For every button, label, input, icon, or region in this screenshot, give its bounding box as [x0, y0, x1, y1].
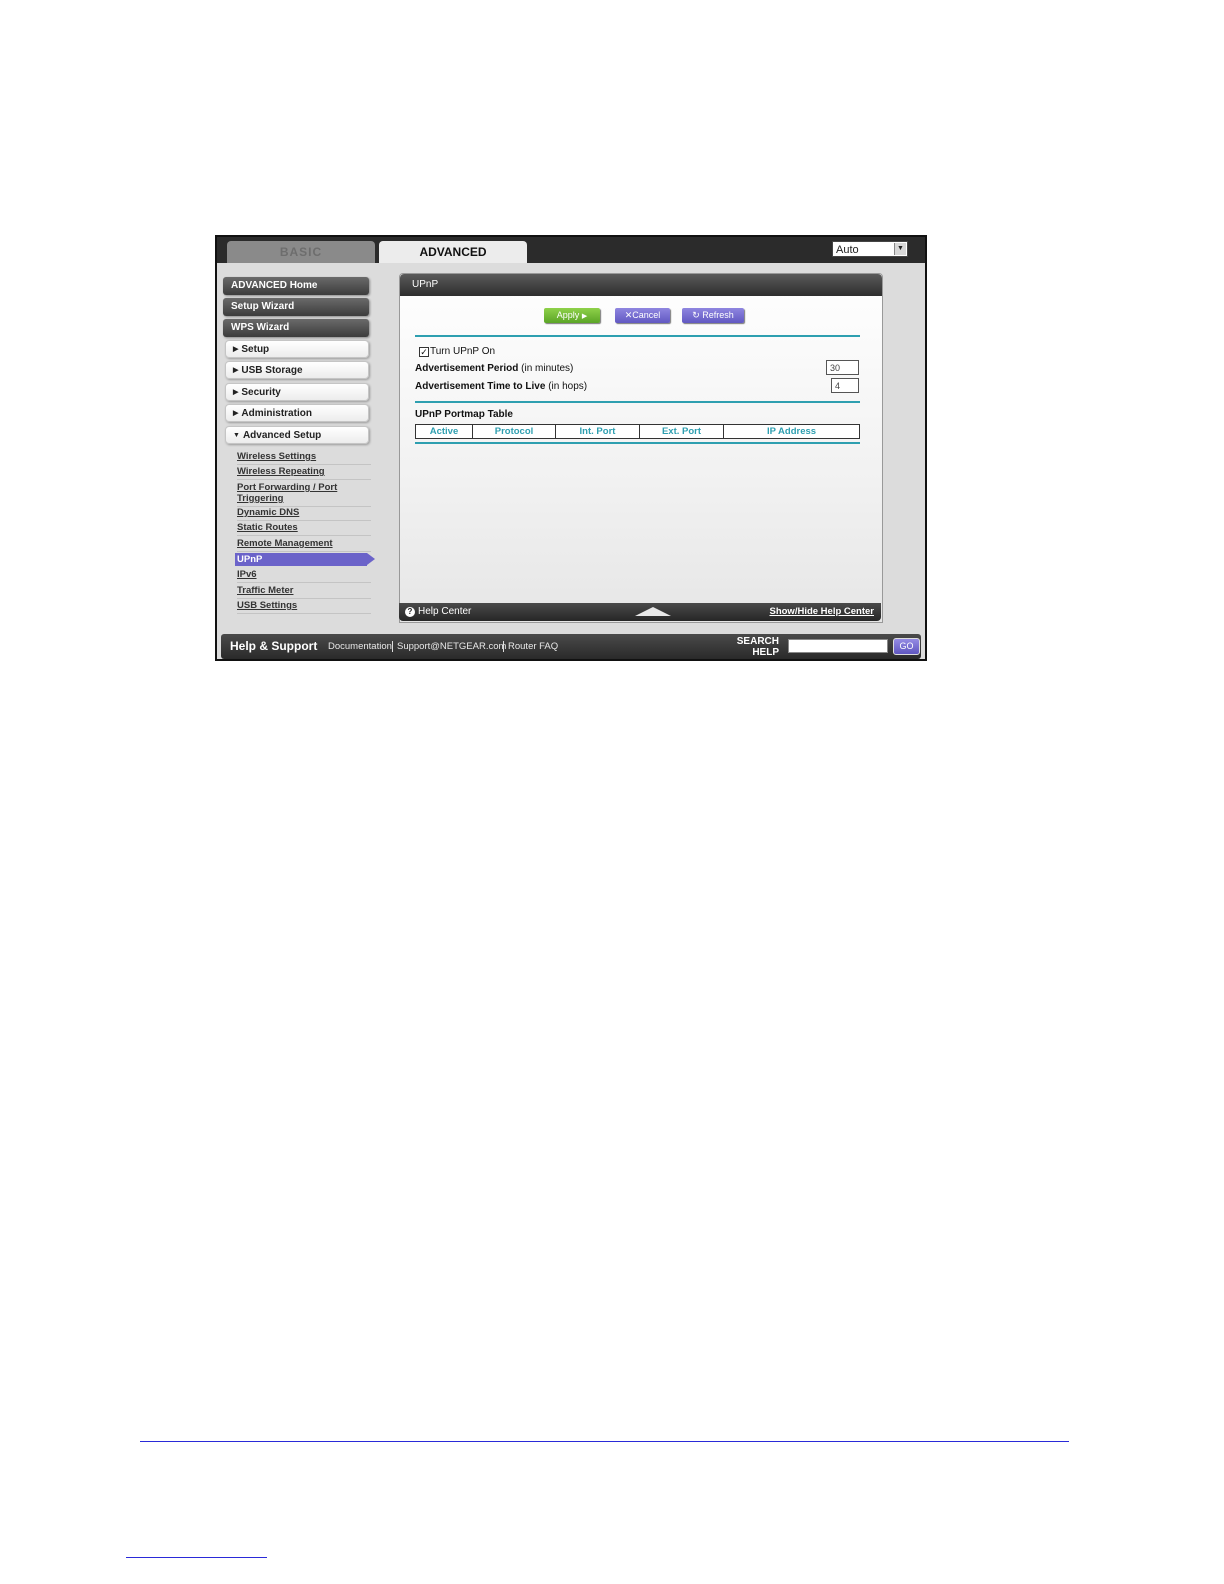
language-select[interactable]: Auto ▼	[832, 241, 908, 257]
sidebar-item-static-routes[interactable]: Static Routes	[237, 522, 371, 536]
router-admin-screenshot: BASIC ADVANCED Auto ▼ ADVANCED Home Setu…	[215, 235, 927, 661]
sidebar-item-dynamic-dns[interactable]: Dynamic DNS	[237, 507, 371, 521]
sidebar-item-traffic-meter[interactable]: Traffic Meter	[237, 585, 371, 599]
help-icon: ?	[405, 607, 415, 617]
caret-right-icon: ▶	[233, 367, 239, 374]
adv-period-input[interactable]: 30	[826, 360, 859, 375]
footer-short-rule	[126, 1557, 267, 1558]
help-support-title: Help & Support	[230, 639, 318, 653]
go-button[interactable]: GO	[893, 638, 920, 655]
tab-basic[interactable]: BASIC	[227, 241, 375, 263]
adv-ttl-input[interactable]: 4	[831, 378, 859, 393]
divider	[415, 442, 860, 444]
upnp-panel: UPnP Apply ▶ ✕Cancel ↻ Refresh ✓ Turn UP…	[399, 273, 883, 623]
tab-advanced[interactable]: ADVANCED	[379, 241, 527, 263]
sidebar-item-remote-management[interactable]: Remote Management	[237, 538, 371, 552]
nav-setup-label: Setup	[241, 344, 270, 355]
column-header-active: Active	[416, 425, 473, 438]
portmap-table-header: Active Protocol Int. Port Ext. Port IP A…	[415, 424, 860, 439]
adv-ttl-label: Advertisement Time to Live (in hops)	[415, 381, 587, 392]
nav-usb-storage[interactable]: ▶ USB Storage	[225, 361, 369, 379]
nav-wps-wizard[interactable]: WPS Wizard	[223, 319, 369, 337]
caret-right-icon: ▶	[233, 346, 239, 353]
sidebar-item-wireless-settings[interactable]: Wireless Settings	[237, 451, 371, 465]
caret-right-icon: ▶	[233, 389, 239, 396]
nav-advanced-home[interactable]: ADVANCED Home	[223, 277, 369, 295]
nav-setup[interactable]: ▶ Setup	[225, 340, 369, 358]
divider	[415, 335, 860, 337]
sidebar-item-usb-settings[interactable]: USB Settings	[237, 600, 371, 614]
upnp-on-checkbox[interactable]: ✓	[419, 347, 429, 357]
help-support-bar: Help & Support Documentation Support@NET…	[221, 634, 921, 659]
nav-security-label: Security	[241, 387, 281, 398]
help-center-label[interactable]: Help Center	[418, 603, 471, 621]
apply-button[interactable]: Apply ▶	[544, 308, 600, 323]
search-label-line1: SEARCH	[736, 636, 779, 647]
nav-administration-label: Administration	[241, 408, 312, 419]
expand-arrow-icon[interactable]	[635, 607, 671, 616]
page-title: UPnP	[400, 274, 882, 296]
search-input[interactable]	[788, 639, 888, 653]
adv-period-label-bold: Advertisement Period	[415, 363, 519, 374]
column-header-protocol: Protocol	[473, 425, 556, 438]
upnp-on-label: Turn UPnP On	[430, 346, 496, 357]
portmap-title: UPnP Portmap Table	[415, 409, 513, 420]
sidebar-item-upnp[interactable]: UPnP	[235, 553, 375, 566]
sidebar-item-ipv6[interactable]: IPv6	[237, 569, 371, 583]
footer-rule	[140, 1441, 1069, 1442]
support-email-link[interactable]: Support@NETGEAR.com	[397, 634, 506, 659]
column-header-int-port: Int. Port	[556, 425, 640, 438]
separator	[392, 641, 393, 652]
top-tab-bar: BASIC ADVANCED Auto ▼	[217, 237, 925, 263]
help-center-bar: ? Help Center Show/Hide Help Center	[399, 603, 881, 621]
language-select-value: Auto	[836, 244, 859, 256]
search-label-line2: HELP	[752, 647, 779, 658]
nav-security[interactable]: ▶ Security	[225, 383, 369, 401]
documentation-link[interactable]: Documentation	[328, 634, 392, 659]
caret-right-icon: ▶	[233, 410, 239, 417]
nav-usb-storage-label: USB Storage	[241, 365, 303, 376]
column-header-ip-address: IP Address	[766, 426, 817, 437]
nav-advanced-setup-label: Advanced Setup	[242, 430, 322, 441]
divider	[415, 401, 860, 403]
adv-ttl-label-bold: Advertisement Time to Live	[415, 381, 546, 392]
nav-setup-wizard[interactable]: Setup Wizard	[223, 298, 369, 316]
router-faq-link[interactable]: Router FAQ	[508, 634, 558, 659]
sidebar-item-port-triggering[interactable]: Triggering	[237, 493, 371, 507]
search-help-label: SEARCH HELP	[729, 636, 779, 658]
adv-period-label: Advertisement Period (in minutes)	[415, 363, 573, 374]
caret-down-icon: ▼	[233, 432, 240, 439]
adv-period-label-unit: (in minutes)	[518, 363, 574, 374]
cancel-button-label: Cancel	[632, 310, 661, 320]
refresh-button-label: Refresh	[702, 310, 734, 320]
refresh-button[interactable]: ↻ Refresh	[682, 308, 744, 323]
column-header-ext-port: Ext. Port	[640, 425, 724, 438]
cancel-button[interactable]: ✕Cancel	[615, 308, 670, 323]
nav-advanced-setup[interactable]: ▼ Advanced Setup	[225, 426, 369, 444]
apply-button-label: Apply	[556, 310, 580, 320]
separator	[503, 641, 504, 652]
refresh-icon: ↻	[692, 310, 700, 320]
nav-administration[interactable]: ▶ Administration	[225, 404, 369, 422]
show-hide-help-link[interactable]: Show/Hide Help Center	[769, 603, 874, 621]
play-icon: ▶	[581, 313, 588, 320]
chevron-down-icon: ▼	[894, 243, 906, 255]
adv-ttl-label-unit: (in hops)	[545, 381, 588, 392]
sidebar-item-wireless-repeating[interactable]: Wireless Repeating	[237, 466, 371, 480]
